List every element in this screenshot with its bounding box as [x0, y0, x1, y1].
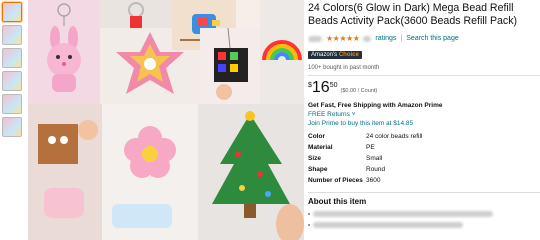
monkey-pattern-image: [28, 104, 102, 240]
spec-key: Number of Pieces: [308, 177, 363, 184]
keychain-image: [100, 0, 172, 28]
spec-key: Size: [308, 155, 322, 162]
spec-value: 24 color beads refill: [366, 133, 423, 140]
price-per-unit: ($0.00 / Count): [340, 88, 378, 94]
spec-row: Number of Pieces 3600: [308, 177, 422, 188]
spec-row: Color 24 color beads refill: [308, 133, 422, 144]
rating-value-blurred: [308, 35, 322, 42]
shipping-text-body: Get Fast, Free Shipping with Amazon Prim…: [308, 102, 443, 109]
price: $ 16 50 ($0.00 / Count): [308, 80, 540, 96]
spec-value: Round: [366, 166, 386, 173]
rainbow-pattern-image: [260, 0, 304, 104]
star-rating-icon[interactable]: ★★★★★: [326, 34, 360, 43]
thumbnail-5[interactable]: [2, 94, 22, 114]
ratings-link[interactable]: ratings: [375, 35, 396, 42]
spec-row: Size Small: [308, 155, 422, 166]
pixel-keychain-image: [200, 28, 260, 104]
spec-row: Material PE: [308, 144, 422, 155]
bought-past-month: 100+ bought in past month: [308, 65, 380, 71]
search-page-link[interactable]: Search this page: [406, 35, 459, 42]
separator: |: [400, 35, 403, 42]
product-title: 24 Colors(6 Glow in Dark) Mega Bead Refi…: [308, 2, 518, 27]
spec-row: Shape Round: [308, 166, 422, 177]
badge-choice: Choice: [338, 52, 359, 58]
divider: [308, 75, 540, 76]
thumbnail-2[interactable]: [2, 25, 22, 45]
free-returns-link[interactable]: FREE Returns ˅: [308, 111, 540, 118]
spec-key: Color: [308, 133, 325, 140]
thumbnail-4[interactable]: [2, 71, 22, 91]
price-whole: 16: [311, 79, 330, 96]
blurred-text: [313, 222, 463, 228]
spec-value: PE: [366, 144, 375, 151]
thumbnail-1[interactable]: [2, 2, 22, 22]
spec-key: Shape: [308, 166, 328, 173]
bullet-blurred: [308, 222, 540, 228]
bullet-blurred: [308, 211, 540, 217]
spec-value: Small: [366, 155, 383, 162]
bullet-dot: [308, 224, 310, 226]
join-prime-link[interactable]: Join Prime to buy this item at $14.85: [308, 120, 540, 127]
thumbnail-3[interactable]: [2, 48, 22, 68]
about-heading: About this item: [308, 197, 367, 206]
product-info-panel: 24 Colors(6 Glow in Dark) Mega Bead Refi…: [308, 0, 540, 240]
spec-value: 3600: [366, 177, 381, 184]
bunny-keychain-image: [28, 0, 100, 104]
amazons-choice-badge[interactable]: Amazon's Choice: [308, 51, 362, 59]
bullet-dot: [308, 213, 310, 215]
blurred-text: [313, 211, 493, 217]
christmas-tree-pattern-image: [198, 104, 304, 240]
rating-row: ★★★★★ ratings | Search this page: [308, 34, 540, 43]
badge-brand: Amazon's: [311, 52, 338, 58]
shipping-text: Get Fast, Free Shipping with Amazon Prim…: [308, 102, 540, 109]
divider: [308, 192, 540, 193]
thumbnail-strip: [2, 2, 24, 140]
price-fraction: 50: [329, 82, 338, 89]
main-product-image[interactable]: [28, 0, 304, 240]
thumbnail-6[interactable]: [2, 117, 22, 137]
spec-key: Material: [308, 144, 333, 151]
spec-table: Color 24 color beads refill Material PE Si…: [308, 133, 422, 188]
flower-pattern-image: [102, 104, 198, 240]
rating-count-blurred: [363, 35, 372, 42]
